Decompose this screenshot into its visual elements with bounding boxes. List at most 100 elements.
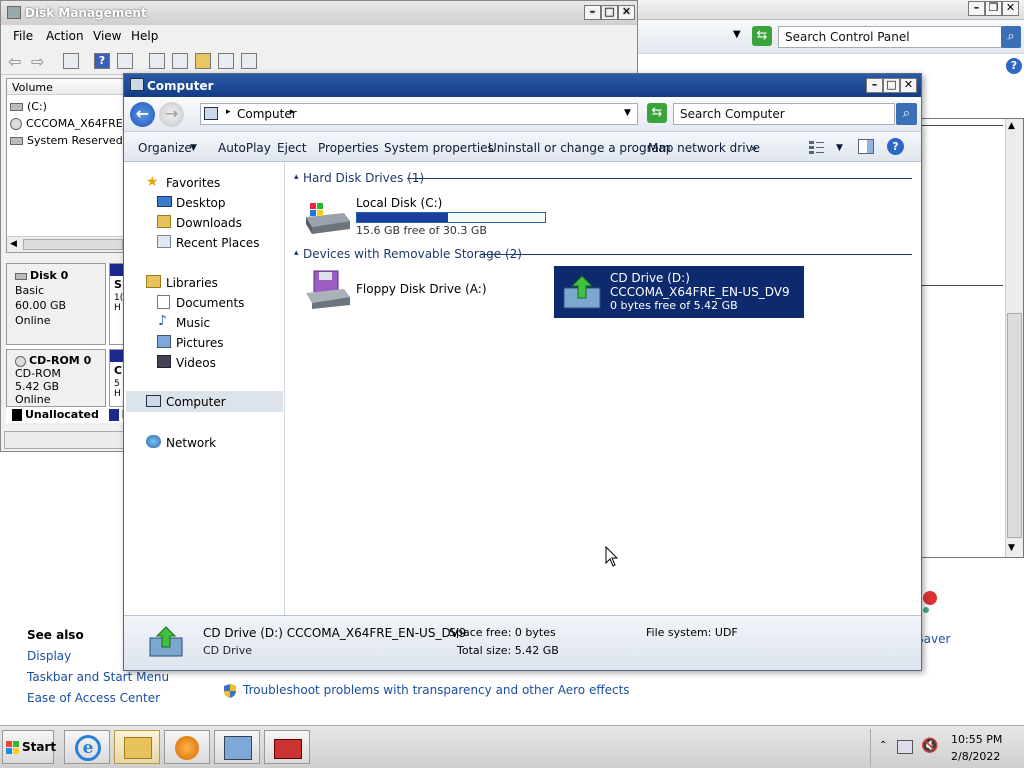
floppy-drive-item[interactable]: Floppy Disk Drive (A:)	[304, 267, 554, 313]
menu-file[interactable]: File	[13, 29, 33, 43]
see-also-taskbar-link[interactable]: Taskbar and Start Menu	[27, 670, 169, 684]
cd-drive-item[interactable]: CD Drive (D:) CCCOMA_X64FRE_EN-US_DV9 0 …	[554, 266, 804, 318]
column-header-volume[interactable]: Volume	[7, 79, 130, 95]
export-icon[interactable]	[241, 53, 257, 69]
refresh-icon[interactable]: ⇆	[752, 26, 772, 46]
refresh-icon[interactable]: ⇆	[647, 103, 667, 123]
clock-time[interactable]: 10:55 PM	[951, 733, 1002, 746]
start-button[interactable]: Start	[2, 730, 56, 764]
help-icon[interactable]: ?	[887, 138, 904, 155]
explorer-search-input[interactable]: Search Computer	[673, 103, 895, 125]
scrollbar-thumb[interactable]	[1007, 313, 1022, 538]
menu-view[interactable]: View	[93, 29, 121, 43]
scroll-down-icon[interactable]: ▼	[1008, 543, 1015, 553]
nav-downloads[interactable]: Downloads	[176, 216, 242, 230]
properties-button[interactable]: Properties	[318, 141, 379, 155]
search-icon[interactable]: ⌕	[1001, 26, 1021, 48]
nav-videos[interactable]: Videos	[176, 356, 216, 370]
disk-name: Disk 0	[30, 269, 69, 282]
chevron-down-icon[interactable]: ▼	[190, 143, 197, 153]
settings-icon[interactable]	[172, 53, 188, 69]
restore-button[interactable]: ❐	[985, 1, 1002, 16]
properties-icon[interactable]	[117, 53, 133, 69]
show-hide-tree-icon[interactable]	[63, 53, 79, 69]
scroll-left-icon[interactable]: ◀	[10, 239, 17, 249]
minimize-button[interactable]: –	[584, 5, 601, 20]
nav-documents[interactable]: Documents	[176, 296, 244, 310]
show-hidden-icons-icon[interactable]: ⌃	[879, 740, 887, 751]
maximize-button[interactable]: □	[601, 5, 618, 20]
taskbar-internet-explorer[interactable]: e	[64, 730, 110, 764]
group-divider	[481, 254, 912, 255]
taskbar-windows-explorer[interactable]	[114, 730, 160, 764]
horizontal-scrollbar[interactable]: ◀	[7, 236, 130, 252]
more-commands-button[interactable]: »	[750, 141, 757, 155]
chevron-right-icon[interactable]: ▸	[290, 107, 295, 117]
search-icon[interactable]	[218, 53, 234, 69]
scroll-up-icon[interactable]: ▲	[1008, 121, 1015, 131]
vertical-scrollbar[interactable]: ▲ ▼	[1005, 119, 1023, 557]
help-icon[interactable]: ?	[94, 53, 110, 69]
volume-row[interactable]: System Reserved	[10, 134, 123, 147]
control-panel-search-input[interactable]: Search Control Panel	[778, 26, 1003, 48]
minimize-button[interactable]: –	[866, 78, 883, 93]
menu-help[interactable]: Help	[131, 29, 158, 43]
nav-music[interactable]: Music	[176, 316, 210, 330]
folder-icon	[124, 737, 152, 759]
close-button[interactable]: ✕	[900, 78, 917, 93]
nav-libraries[interactable]: Libraries	[166, 276, 218, 290]
forward-arrow-icon[interactable]: ⇨	[31, 52, 44, 71]
disk-0-label[interactable]: Disk 0 Basic 60.00 GB Online	[6, 263, 106, 345]
nav-recent-places[interactable]: Recent Places	[176, 236, 259, 250]
minimize-button[interactable]: –	[968, 1, 985, 16]
local-disk-item[interactable]: Local Disk (C:) 15.6 GB free of 30.3 GB	[304, 191, 554, 237]
chevron-down-icon[interactable]: ▼	[624, 108, 631, 118]
open-folder-icon[interactable]	[195, 53, 211, 69]
collapse-arrow-icon[interactable]: ▴	[294, 248, 299, 258]
back-button[interactable]: ←	[130, 102, 155, 127]
nav-pictures[interactable]: Pictures	[176, 336, 224, 350]
collapse-arrow-icon[interactable]: ▴	[294, 172, 299, 182]
close-button[interactable]: ✕	[618, 5, 635, 20]
change-view-icon[interactable]	[808, 139, 826, 155]
volume-row[interactable]: CCCOMA_X64FRE_...	[10, 117, 139, 130]
help-icon[interactable]: ?	[1006, 58, 1022, 74]
network-icon[interactable]	[897, 740, 913, 754]
group-header-hdd[interactable]: Hard Disk Drives (1)	[303, 171, 424, 185]
breadcrumb-computer[interactable]: Computer	[237, 107, 297, 121]
chevron-down-icon[interactable]: ▼	[836, 143, 843, 153]
menu-action[interactable]: Action	[46, 29, 84, 43]
refresh-icon[interactable]	[149, 53, 165, 69]
address-breadcrumb[interactable]: ▸ Computer ▸ ▼	[200, 103, 638, 125]
autoplay-button[interactable]: AutoPlay	[218, 141, 271, 155]
see-also-display-link[interactable]: Display	[27, 649, 71, 663]
nav-desktop[interactable]: Desktop	[176, 196, 226, 210]
nav-favorites[interactable]: Favorites	[166, 176, 220, 190]
volume-muted-icon[interactable]: 🔇	[921, 738, 938, 754]
organize-button[interactable]: Organize	[138, 141, 192, 155]
volume-row[interactable]: (C:)	[10, 100, 47, 113]
see-also-ease-of-access-link[interactable]: Ease of Access Center	[27, 691, 160, 705]
nav-computer-row[interactable]: Computer	[126, 391, 283, 412]
troubleshoot-aero-link[interactable]: Troubleshoot problems with transparency …	[243, 683, 630, 697]
scrollbar-thumb[interactable]	[23, 239, 123, 250]
eject-button[interactable]: Eject	[277, 141, 307, 155]
nav-network[interactable]: Network	[166, 436, 216, 450]
system-properties-button[interactable]: System properties	[384, 141, 494, 155]
preview-pane-icon[interactable]	[858, 139, 874, 154]
taskbar-media-player[interactable]	[164, 730, 210, 764]
forward-button[interactable]: →	[159, 102, 184, 127]
search-icon[interactable]: ⌕	[896, 103, 917, 125]
taskbar-disk-management[interactable]	[264, 730, 310, 764]
close-button[interactable]: ✕	[1002, 1, 1019, 16]
chevron-right-icon[interactable]: ▸	[226, 107, 231, 117]
dropdown-arrow-icon[interactable]: ▼	[733, 29, 741, 40]
map-network-drive-button[interactable]: Map network drive	[648, 141, 760, 155]
desktop-icon	[157, 196, 172, 207]
uninstall-program-button[interactable]: Uninstall or change a program	[488, 141, 671, 155]
clock-date[interactable]: 2/8/2022	[951, 750, 1000, 763]
maximize-button[interactable]: □	[883, 78, 900, 93]
back-arrow-icon[interactable]: ⇦	[8, 52, 21, 71]
cdrom-0-label[interactable]: CD-ROM 0 CD-ROM 5.42 GB Online	[6, 349, 106, 407]
taskbar-control-panel[interactable]	[214, 730, 260, 764]
